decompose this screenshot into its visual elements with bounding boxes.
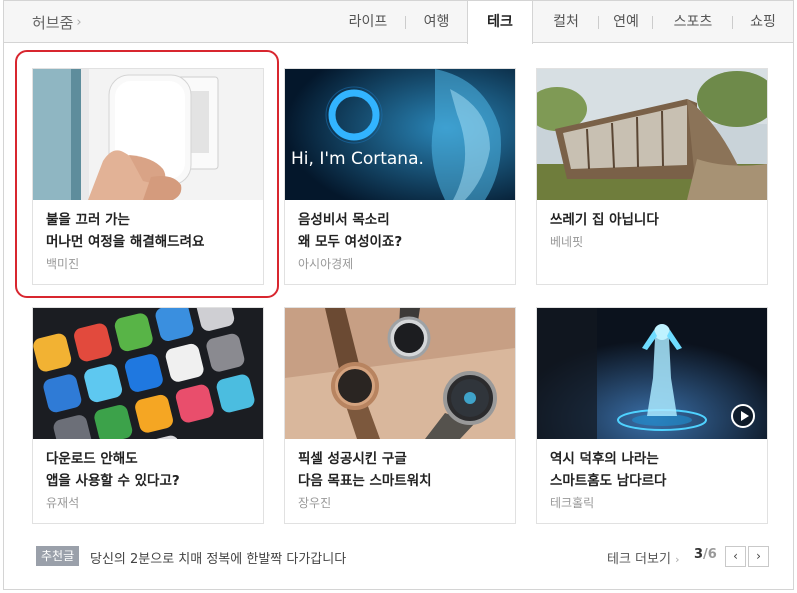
eco-house-image [537,69,767,200]
more-link[interactable]: 테크 더보기 › [607,548,679,567]
article-source: 유재석 [46,496,80,510]
article-title[interactable]: 역시 덕후의 나라는 스마트홈도 남다르다 [550,448,760,492]
play-icon[interactable] [731,404,755,428]
page-indicator: 3/6 [694,547,717,562]
selection-highlight [15,50,279,298]
article-card[interactable]: 쓰레기 집 아닙니다 베네핏 [536,68,768,285]
app-icons-image [33,308,263,439]
article-source: 아시아경제 [298,257,354,271]
title-line: 스마트홈도 남다르다 [550,473,667,489]
article-card[interactable]: Hi, I'm Cortana. 음성비서 목소리 왜 모두 여성이죠? 아시아… [284,68,516,285]
tab-label: 연예 [613,14,639,30]
article-source: 장우진 [298,496,332,510]
chevron-right-icon: › [76,15,82,30]
title-line: 음성비서 목소리 [298,212,390,228]
chevron-right-icon: › [756,549,761,563]
title-line: 왜 모두 여성이죠? [298,234,403,250]
article-card[interactable]: 역시 덕후의 나라는 스마트홈도 남다르다 테크홀릭 [536,307,768,524]
chevron-left-icon: ‹ [733,549,738,563]
cortana-caption: Hi, I'm Cortana. [291,149,424,169]
tab-shopping[interactable]: 쇼핑 [733,1,793,43]
tab-culture[interactable]: 컬처 [533,1,599,43]
recommend-link[interactable]: 당신의 2분으로 치매 정복에 한발짝 다가갑니다 [90,548,346,567]
title-line: 앱을 사용할 수 있다고? [46,473,180,489]
category-header: 허브줌 › 라이프 여행 테크 컬처 연예 스포츠 쇼핑 [4,1,793,44]
brand-link[interactable]: 허브줌 › [32,12,82,33]
tab-travel[interactable]: 여행 [406,1,467,43]
next-page-button[interactable]: › [748,546,769,567]
title-line: 다운로드 안해도 [46,451,138,467]
article-card[interactable]: 다운로드 안해도 앱을 사용할 수 있다고? 유재석 [32,307,264,524]
tab-label: 쇼핑 [750,14,776,30]
hologram-image [537,308,767,439]
article-title[interactable]: 픽셀 성공시킨 구글 다음 목표는 스마트워치 [298,448,508,492]
title-line: 역시 덕후의 나라는 [550,451,659,467]
cortana-image: Hi, I'm Cortana. [285,69,515,200]
hubzum-widget: 허브줌 › 라이프 여행 테크 컬처 연예 스포츠 쇼핑 불을 끄러 가는 머나… [3,0,794,590]
article-title[interactable]: 쓰레기 집 아닙니다 [550,209,760,231]
article-source: 베네핏 [550,235,584,249]
title-line: 다음 목표는 스마트워치 [298,473,432,489]
tab-label: 라이프 [348,14,388,30]
article-source: 테크홀릭 [550,496,595,510]
article-title[interactable]: 다운로드 안해도 앱을 사용할 수 있다고? [46,448,256,492]
tab-sports[interactable]: 스포츠 [653,1,733,43]
tab-label: 테크 [487,14,513,30]
recommend-badge: 추천글 [36,546,80,566]
brand-label: 허브줌 [32,14,74,32]
title-line: 쓰레기 집 아닙니다 [550,212,659,228]
tab-label: 컬처 [553,14,579,30]
category-tabs: 라이프 여행 테크 컬처 연예 스포츠 쇼핑 [330,1,793,44]
tab-life[interactable]: 라이프 [330,1,406,43]
article-title[interactable]: 음성비서 목소리 왜 모두 여성이죠? [298,209,508,253]
prev-page-button[interactable]: ‹ [725,546,746,567]
tab-tech[interactable]: 테크 [467,1,533,44]
title-line: 픽셀 성공시킨 구글 [298,451,407,467]
page-total: 6 [707,547,717,562]
tab-label: 여행 [423,14,450,30]
tab-entertainment[interactable]: 연예 [599,1,653,43]
page-current: 3 [694,547,704,562]
article-card[interactable]: 픽셀 성공시킨 구글 다음 목표는 스마트워치 장우진 [284,307,516,524]
chevron-right-icon: › [675,553,680,566]
tab-label: 스포츠 [673,14,713,30]
more-label: 테크 더보기 [607,552,671,567]
smartwatch-image [285,308,515,439]
